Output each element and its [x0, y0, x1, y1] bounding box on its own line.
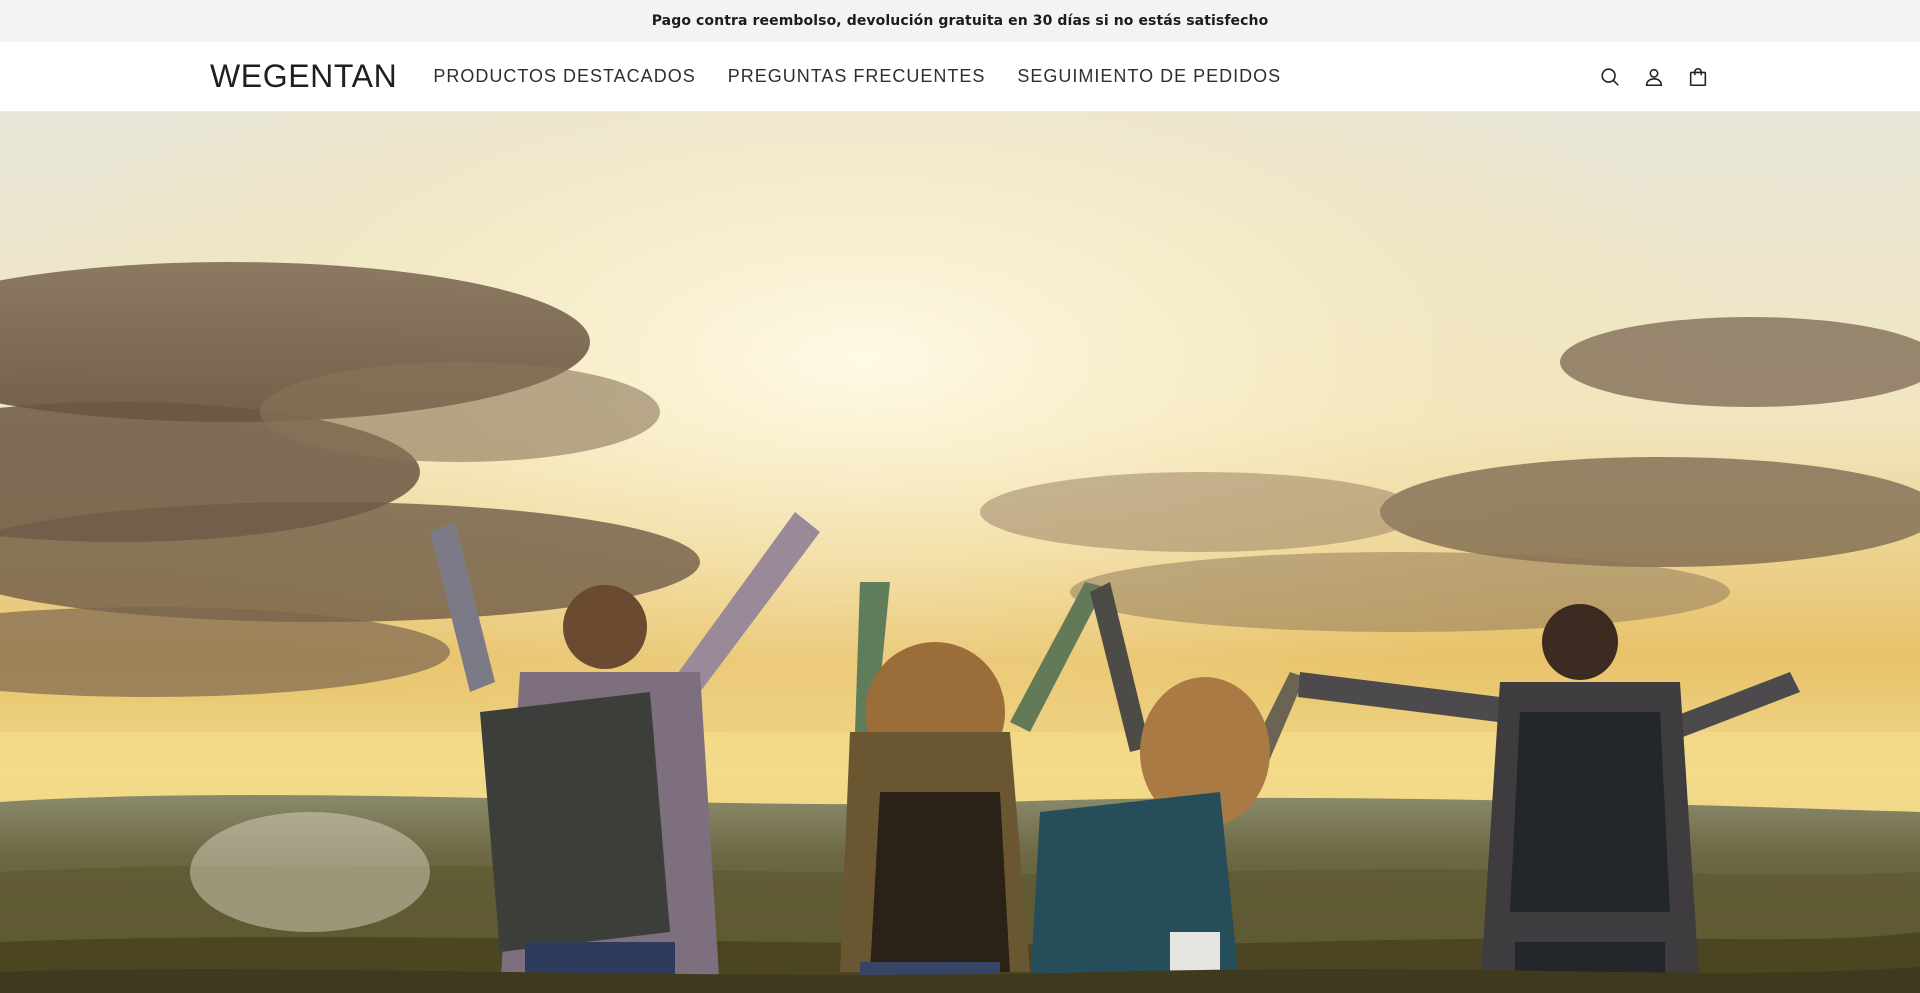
logo[interactable]: WEGENTAN [210, 58, 397, 95]
account-icon[interactable] [1642, 65, 1666, 89]
cart-icon[interactable] [1686, 65, 1710, 89]
hero-image [0, 112, 1920, 993]
search-icon[interactable] [1598, 65, 1622, 89]
header-icons [1598, 65, 1710, 89]
site-header: WEGENTAN PRODUCTOS DESTACADOS PREGUNTAS … [0, 42, 1920, 112]
announcement-bar: Pago contra reembolso, devolución gratui… [0, 0, 1920, 42]
nav-item-preguntas-frecuentes[interactable]: PREGUNTAS FRECUENTES [728, 66, 986, 87]
main-nav: PRODUCTOS DESTACADOS PREGUNTAS FRECUENTE… [433, 66, 1598, 87]
nav-item-seguimiento-de-pedidos[interactable]: SEGUIMIENTO DE PEDIDOS [1017, 66, 1281, 87]
hero-banner [0, 112, 1920, 993]
nav-item-productos-destacados[interactable]: PRODUCTOS DESTACADOS [433, 66, 695, 87]
announcement-text: Pago contra reembolso, devolución gratui… [651, 13, 1269, 29]
